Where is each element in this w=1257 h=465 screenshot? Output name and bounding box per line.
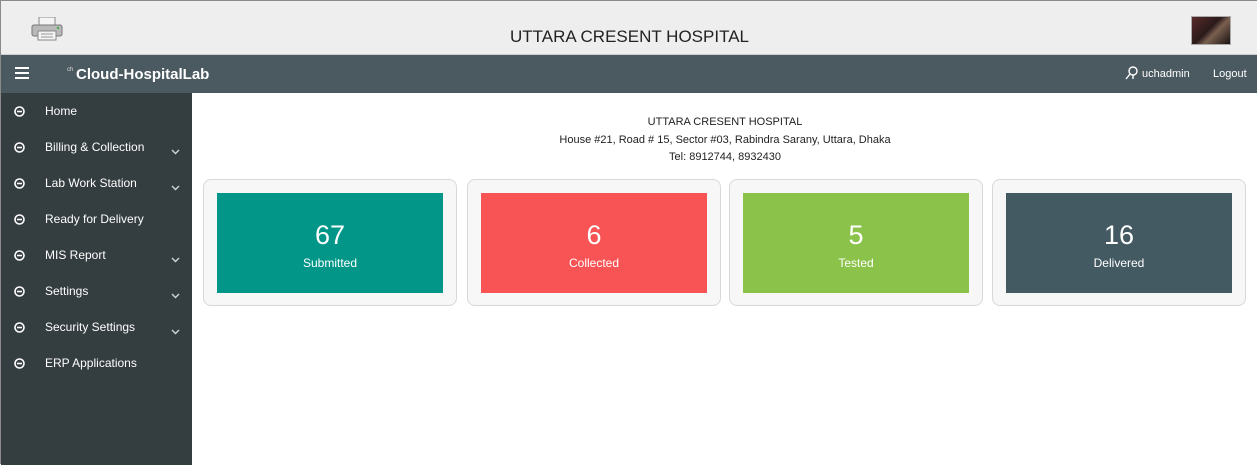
circle-dot-icon — [14, 214, 25, 225]
sidebar-item-label: Home — [45, 104, 78, 118]
hospital-address: House #21, Road # 15, Sector #03, Rabind… — [559, 134, 891, 146]
stat-tile[interactable]: 67 Submitted — [217, 193, 443, 293]
stat-value: 16 — [1103, 220, 1135, 250]
stat-tile[interactable]: 6 Collected — [481, 193, 707, 293]
sidebar-item-ready-for-delivery[interactable]: Ready for Delivery — [1, 201, 192, 237]
sidebar-item-label: ERP Applications — [45, 356, 137, 370]
hamburger-menu-icon[interactable] — [15, 67, 29, 79]
app-window: UTTARA CRESENT HOSPITAL ch Cloud-Hospita… — [0, 0, 1257, 465]
sidebar-item-label: Settings — [45, 284, 89, 298]
chevron-down-icon[interactable] — [171, 324, 180, 335]
stat-tile[interactable]: 5 Tested — [743, 193, 969, 293]
sidebar-item-erp-applications[interactable]: ERP Applications — [1, 345, 192, 381]
stat-card-delivered[interactable]: 16 Delivered — [992, 179, 1246, 306]
stat-label: Collected — [568, 256, 620, 270]
sidebar-item-label: Security Settings — [45, 320, 136, 334]
circle-dot-icon — [14, 142, 25, 153]
sidebar-item-lab-work-station[interactable]: Lab Work Station — [1, 165, 192, 201]
stat-card-collected[interactable]: 6 Collected — [467, 179, 721, 306]
circle-dot-icon — [14, 178, 25, 189]
sidebar-item-billing-collection[interactable]: Billing & Collection — [1, 129, 192, 165]
sidebar-item-security-settings[interactable]: Security Settings — [1, 309, 192, 345]
stat-card-submitted[interactable]: 67 Submitted — [203, 179, 457, 306]
stat-value: 6 — [586, 220, 602, 250]
hospital-name: UTTARA CRESENT HOSPITAL — [647, 116, 803, 128]
stat-label: Submitted — [302, 256, 358, 270]
sidebar-item-home[interactable]: Home — [1, 93, 192, 129]
circle-dot-icon — [14, 322, 25, 333]
circle-dot-icon — [14, 358, 25, 369]
sidebar-item-settings[interactable]: Settings — [1, 273, 192, 309]
chevron-down-icon[interactable] — [171, 288, 180, 299]
stat-value: 5 — [848, 220, 864, 250]
brand-mark: ch — [67, 67, 74, 73]
avatar[interactable] — [1191, 16, 1231, 45]
sidebar-item-label: Ready for Delivery — [45, 212, 144, 226]
chevron-down-icon[interactable] — [171, 252, 180, 263]
sidebar: Home Billing & Collection Lab Work Stati… — [1, 93, 192, 465]
circle-dot-icon — [14, 250, 25, 261]
app-title: UTTARA CRESENT HOSPITAL — [510, 27, 749, 46]
stat-tile[interactable]: 16 Delivered — [1006, 193, 1232, 293]
chevron-down-icon[interactable] — [171, 144, 180, 155]
stat-value: 67 — [314, 220, 346, 250]
circle-dot-icon — [14, 106, 25, 117]
hospital-phone: Tel: 8912744, 8932430 — [669, 151, 781, 163]
logout-link[interactable]: Logout — [1213, 68, 1247, 80]
stat-label: Delivered — [1093, 256, 1145, 270]
brand-name[interactable]: Cloud-HospitalLab — [76, 66, 209, 83]
sidebar-item-mis-report[interactable]: MIS Report — [1, 237, 192, 273]
sidebar-item-label: MIS Report — [45, 248, 106, 262]
user-icon[interactable] — [1125, 66, 1139, 80]
stat-card-tested[interactable]: 5 Tested — [729, 179, 983, 306]
stat-label: Tested — [838, 256, 874, 270]
username[interactable]: uchadmin — [1142, 68, 1190, 80]
chevron-down-icon[interactable] — [171, 180, 180, 191]
top-header: UTTARA CRESENT HOSPITAL — [1, 1, 1257, 55]
circle-dot-icon — [14, 286, 25, 297]
sidebar-item-label: Lab Work Station — [45, 176, 137, 190]
sidebar-item-label: Billing & Collection — [45, 140, 145, 154]
navbar: ch Cloud-HospitalLab uchadmin Logout — [1, 55, 1257, 93]
